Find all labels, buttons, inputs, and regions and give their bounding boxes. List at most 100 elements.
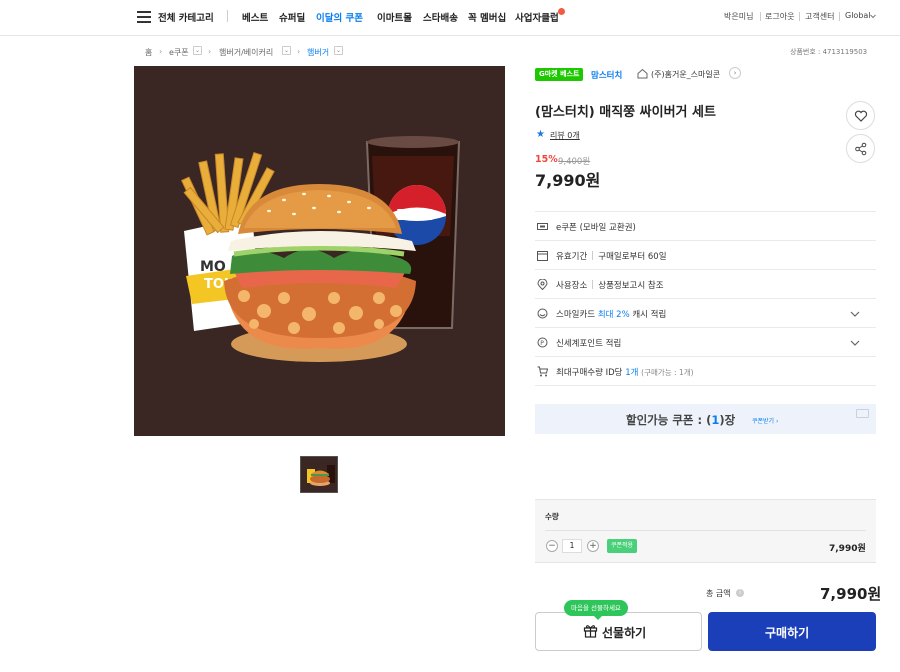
breadcrumb-burger[interactable]: 햄버거 — [307, 47, 329, 58]
breadcrumb-home[interactable]: 홈 — [145, 47, 152, 58]
cart-icon — [537, 366, 548, 377]
nav-menu-emart-mall[interactable]: 이마트몰 — [377, 10, 412, 24]
breadcrumb-burger-bakery[interactable]: 햄버거/베이커리 — [219, 47, 273, 58]
nav-divider — [227, 10, 228, 22]
chevron-down-icon[interactable] — [850, 309, 860, 319]
gmarket-best-badge: G마켓 베스트 — [535, 68, 584, 81]
location-pin-icon — [537, 279, 548, 290]
chevron-down-icon — [870, 14, 876, 19]
util-divider — [799, 12, 800, 21]
get-coupon-link[interactable]: 쿠폰받기 › — [752, 416, 778, 425]
quantity-label: 수량 — [545, 512, 559, 521]
gift-icon — [583, 625, 598, 638]
nav-menu-monthly-coupon[interactable]: 이달의 쿠폰 — [316, 10, 363, 24]
star-icon: ★ — [536, 129, 545, 140]
customer-center-link[interactable]: 고객센터 — [805, 11, 834, 22]
max-purchase-count: 1개 — [625, 368, 639, 378]
place-value: 상품정보고시 참조 — [598, 281, 664, 291]
divider — [535, 385, 876, 386]
share-icon — [855, 142, 867, 156]
calendar-icon — [537, 251, 548, 261]
gift-button-label[interactable]: 선물하기 — [602, 624, 646, 641]
chevron-down-icon[interactable] — [850, 338, 860, 348]
top-navigation: 전체 카테고리 베스트 슈퍼딜 이달의 쿠폰 이마트몰 스타배송 꼭 멤버십 사… — [0, 0, 900, 36]
original-price: 9,400원 — [558, 157, 591, 167]
shop-name-link[interactable]: (주)홈거운_스마일콘 — [651, 69, 720, 80]
coupon-applied-tag: 쿠폰적용 — [607, 539, 638, 553]
user-name-link[interactable]: 박은미님 — [724, 11, 753, 22]
buy-button-label[interactable]: 구매하기 — [765, 624, 809, 641]
share-button[interactable] — [846, 134, 875, 163]
svg-text:MO: MO — [200, 259, 226, 275]
increase-quantity-button[interactable]: + — [587, 540, 599, 552]
breadcrumb-ecoupon[interactable]: e쿠폰 — [169, 47, 189, 58]
line-item-price: 7,990원 — [829, 544, 866, 554]
point-icon: P — [537, 337, 548, 348]
coupon-type: e쿠폰 (모바일 교환권) — [556, 223, 636, 233]
quantity-input[interactable]: 1 — [562, 539, 582, 553]
divider — [545, 530, 866, 531]
product-title: (맘스터치) 매직쭝 싸이버거 세트 — [535, 105, 716, 120]
chevron-down-icon[interactable]: ⌄ — [334, 46, 343, 55]
validity-value: 구매일로부터 60일 — [598, 252, 667, 262]
ticket-icon — [537, 223, 548, 230]
divider — [535, 211, 876, 212]
divider — [535, 327, 876, 328]
all-categories-link[interactable]: 전체 카테고리 — [158, 10, 214, 24]
info-icon[interactable]: i — [736, 589, 744, 597]
breadcrumb-separator-icon: › — [297, 47, 301, 56]
nav-menu-business-club[interactable]: 사업자클럽 — [515, 10, 559, 24]
nav-menu-best[interactable]: 베스트 — [242, 10, 268, 24]
place-label: 사용장소 — [556, 281, 588, 291]
available-coupon-text: 할인가능 쿠폰 : (1)장 — [626, 412, 735, 428]
burger-set-illustration: EPSI MO TOU — [181, 136, 461, 362]
place-row: 사용장소 상품정보고시 참조 — [556, 279, 664, 291]
gift-tooltip-bubble: 마음을 선물하세요 — [564, 600, 628, 620]
chevron-down-icon[interactable]: ⌄ — [282, 46, 291, 55]
smile-card-row: 스마일카드 최대 2% 캐시 적립 — [556, 308, 666, 320]
coupon-icon — [856, 409, 869, 418]
product-thumbnail[interactable] — [300, 456, 338, 493]
max-purchase-row: 최대구매수량 ID당 1개 (구매가능 : 1개) — [556, 366, 694, 378]
breadcrumb-separator-icon: › — [159, 47, 163, 56]
util-divider — [760, 12, 761, 21]
divider — [535, 356, 876, 357]
nav-menu-star-delivery[interactable]: 스타배송 — [423, 10, 458, 24]
sale-price: 7,990원 — [535, 171, 601, 190]
decrease-quantity-button[interactable]: − — [546, 540, 558, 552]
smile-card-suffix: 캐시 적립 — [632, 310, 667, 320]
divider — [535, 298, 876, 299]
row-divider — [592, 280, 594, 289]
chevron-right-icon[interactable]: › — [729, 67, 741, 79]
shinsegae-point-row: 신세계포인트 적립 — [556, 339, 622, 349]
product-number: 상품번호 : 4713119503 — [790, 48, 868, 56]
validity-row: 유효기간 구매일로부터 60일 — [556, 250, 667, 262]
smile-card-rate: 최대 2% — [597, 310, 630, 320]
discount-rate: 15% — [535, 154, 558, 165]
coupon-text-prefix: 할인가능 쿠폰 : ( — [626, 413, 712, 427]
svg-text:P: P — [540, 340, 544, 347]
quantity-panel — [535, 499, 876, 563]
divider — [535, 240, 876, 241]
brand-link[interactable]: 맘스터치 — [591, 69, 622, 81]
global-menu[interactable]: Global — [845, 11, 871, 20]
logout-link[interactable]: 로그아웃 — [765, 11, 794, 22]
smile-card-label: 스마일카드 — [556, 310, 596, 320]
coupon-text-suffix: )장 — [719, 413, 736, 427]
wishlist-button[interactable] — [846, 101, 875, 130]
nav-menu-superdeal[interactable]: 슈퍼딜 — [279, 10, 305, 24]
max-purchase-label: 최대구매수량 ID당 — [556, 368, 623, 378]
nav-menu-membership[interactable]: 꼭 멤버십 — [468, 10, 506, 24]
max-purchase-available: (구매가능 : 1개) — [641, 368, 694, 377]
divider — [535, 269, 876, 270]
row-divider — [592, 251, 594, 260]
smile-card-icon — [537, 308, 548, 319]
total-label: 총 금액 — [706, 589, 731, 598]
product-main-image: EPSI MO TOU — [134, 66, 505, 436]
shop-home-icon — [637, 68, 648, 79]
validity-label: 유효기간 — [556, 252, 588, 262]
hamburger-icon[interactable] — [137, 11, 151, 23]
review-count-link[interactable]: 리뷰 0개 — [550, 130, 580, 141]
new-badge-icon — [558, 8, 565, 15]
chevron-down-icon[interactable]: ⌄ — [193, 46, 202, 55]
